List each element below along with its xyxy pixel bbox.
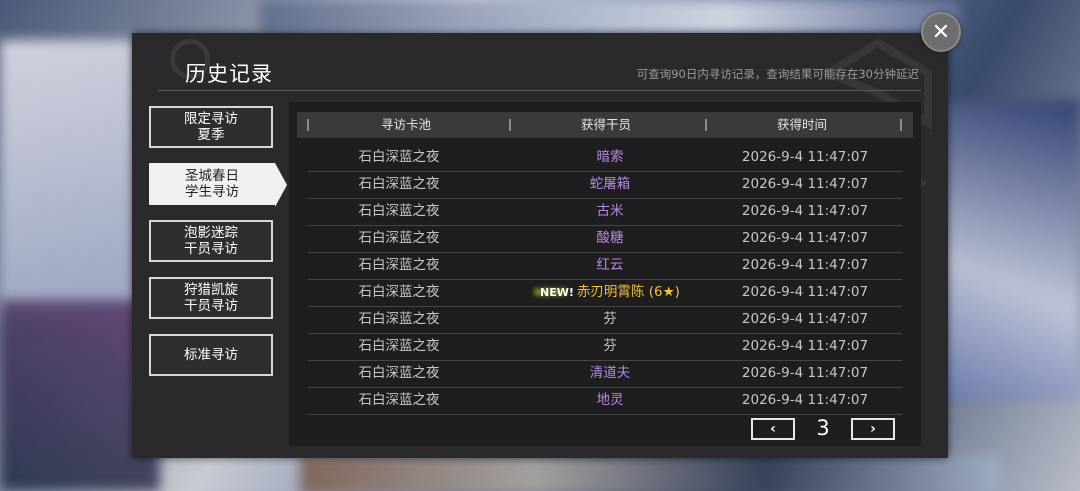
pool-cell: 石白深蓝之夜 xyxy=(358,176,440,192)
header-operator: 获得干员 xyxy=(580,117,631,132)
table-row: 石白深蓝之夜 清道夫 2026-9-4 11:47:07 xyxy=(308,360,902,388)
header-pool: 寻访卡池 xyxy=(380,117,431,132)
close-icon: ✕ xyxy=(931,19,951,45)
header-separator xyxy=(900,119,902,131)
operator-cell: 清道夫 xyxy=(589,365,631,381)
title-divider xyxy=(158,90,921,91)
table-row: 石白深蓝之夜 NEW! 赤刃明霄陈 (6★) 2026-9-4 11:47:07 xyxy=(308,279,902,307)
tab-label: 限定寻访 xyxy=(184,111,238,127)
tab-label: 标准寻访 xyxy=(184,347,238,363)
pool-cell: 石白深蓝之夜 xyxy=(358,257,440,273)
table-row: 石白深蓝之夜 暗索 2026-9-4 11:47:07 xyxy=(308,144,902,172)
table-row: 石白深蓝之夜 红云 2026-9-4 11:47:07 xyxy=(308,252,902,280)
close-button[interactable]: ✕ xyxy=(921,12,961,52)
table-row: 石白深蓝之夜 酸糖 2026-9-4 11:47:07 xyxy=(308,225,902,253)
operator-cell: NEW! 赤刃明霄陈 (6★) xyxy=(510,279,710,306)
tab-holy-city-students[interactable]: 圣城春日 学生寻访 xyxy=(149,163,287,207)
time-cell: 2026-9-4 11:47:07 xyxy=(741,176,869,192)
operator-cell: 古米 xyxy=(596,203,624,219)
time-cell: 2026-9-4 11:47:07 xyxy=(741,365,869,381)
time-cell: 2026-9-4 11:47:07 xyxy=(741,392,869,408)
table-row: 石白深蓝之夜 地灵 2026-9-4 11:47:07 xyxy=(308,387,902,415)
operator-cell: 暗索 xyxy=(596,149,624,165)
new-badge: NEW! xyxy=(540,286,574,299)
operator-cell: 地灵 xyxy=(596,392,624,408)
time-cell: 2026-9-4 11:47:07 xyxy=(741,257,869,273)
table-row: 石白深蓝之夜 蛇屠箱 2026-9-4 11:47:07 xyxy=(308,171,902,199)
prev-page-button[interactable]: ‹ xyxy=(751,418,795,440)
chevron-left-icon: ‹ xyxy=(770,421,776,437)
page-number: 3 xyxy=(816,416,830,440)
pool-cell: 石白深蓝之夜 xyxy=(358,203,440,219)
background-art xyxy=(300,455,1000,491)
pool-cell: 石白深蓝之夜 xyxy=(358,284,440,300)
tab-hunting-triumph[interactable]: 狩猎凯旋 干员寻访 xyxy=(149,277,273,319)
background-art xyxy=(0,40,140,320)
operator-name: 赤刃明霄陈 (6★) xyxy=(576,284,680,300)
header-separator xyxy=(307,119,309,131)
table-row: 石白深蓝之夜 古米 2026-9-4 11:47:07 xyxy=(308,198,902,226)
table-header: 寻访卡池 获得干员 获得时间 xyxy=(297,112,913,138)
table-row: 石白深蓝之夜 芬 2026-9-4 11:47:07 xyxy=(308,333,902,361)
tab-bubble-mystery[interactable]: 泡影迷踪 干员寻访 xyxy=(149,220,273,262)
records-table: 寻访卡池 获得干员 获得时间 石白深蓝之夜 暗索 2026-9-4 11:47:… xyxy=(289,102,921,446)
tab-standard[interactable]: 标准寻访 xyxy=(149,334,273,376)
pool-cell: 石白深蓝之夜 xyxy=(358,149,440,165)
time-cell: 2026-9-4 11:47:07 xyxy=(741,311,869,327)
tab-label: 学生寻访 xyxy=(185,184,239,200)
pool-cell: 石白深蓝之夜 xyxy=(358,392,440,408)
pool-cell: 石白深蓝之夜 xyxy=(358,311,440,327)
time-cell: 2026-9-4 11:47:07 xyxy=(741,338,869,354)
operator-cell: 芬 xyxy=(603,338,617,354)
pool-cell: 石白深蓝之夜 xyxy=(358,230,440,246)
next-page-button[interactable]: › xyxy=(851,418,895,440)
time-cell: 2026-9-4 11:47:07 xyxy=(741,149,869,165)
pool-cell: 石白深蓝之夜 xyxy=(358,338,440,354)
time-cell: 2026-9-4 11:47:07 xyxy=(741,203,869,219)
tab-label: 夏季 xyxy=(197,127,225,143)
time-cell: 2026-9-4 11:47:07 xyxy=(741,284,869,300)
tab-label: 狩猎凯旋 xyxy=(184,282,238,298)
header-time: 获得时间 xyxy=(776,117,827,132)
tab-limited-summer[interactable]: 限定寻访 夏季 xyxy=(149,106,273,148)
query-hint: 可查询90日内寻访记录，查询结果可能存在30分钟延迟 xyxy=(636,67,919,81)
pool-cell: 石白深蓝之夜 xyxy=(358,365,440,381)
table-row: 石白深蓝之夜 芬 2026-9-4 11:47:07 xyxy=(308,306,902,334)
operator-cell: 红云 xyxy=(596,257,624,273)
tab-label: 干员寻访 xyxy=(184,298,238,314)
operator-cell: 蛇屠箱 xyxy=(589,176,631,192)
tab-label: 圣城春日 xyxy=(185,168,239,184)
page-title: 历史记录 xyxy=(185,62,273,86)
background-art xyxy=(260,0,960,36)
tab-label: 干员寻访 xyxy=(184,241,238,257)
chevron-right-icon: › xyxy=(870,421,876,437)
operator-cell: 芬 xyxy=(603,311,617,327)
operator-cell: 酸糖 xyxy=(596,230,624,246)
background-art xyxy=(940,100,1080,400)
tab-label: 泡影迷踪 xyxy=(184,225,238,241)
time-cell: 2026-9-4 11:47:07 xyxy=(741,230,869,246)
